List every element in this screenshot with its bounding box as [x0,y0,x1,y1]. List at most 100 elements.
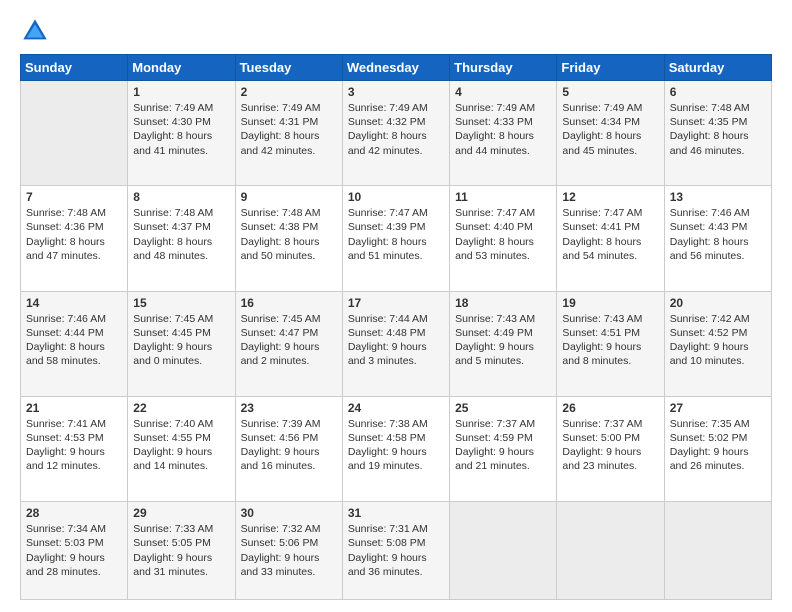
day-number: 22 [133,401,229,415]
cell-line: Sunset: 4:32 PM [348,115,444,129]
calendar-cell: 22Sunrise: 7:40 AMSunset: 4:55 PMDayligh… [128,396,235,501]
cell-line: Daylight: 8 hours [241,129,337,143]
cell-line: Sunrise: 7:37 AM [562,417,658,431]
cell-line: Daylight: 8 hours [26,340,122,354]
cell-line: Sunset: 4:56 PM [241,431,337,445]
cell-line: Daylight: 8 hours [455,235,551,249]
calendar-cell: 5 Sunrise: 7:49 AMSunset: 4:34 PMDaylight… [557,81,664,186]
cell-line: Daylight: 8 hours [348,129,444,143]
cell-line: and 50 minutes. [241,249,337,263]
cell-line: Sunset: 4:55 PM [133,431,229,445]
cell-line: Daylight: 8 hours [670,129,766,143]
weekday-header-thursday: Thursday [450,55,557,81]
day-number: 24 [348,401,444,415]
cell-line: Daylight: 9 hours [455,340,551,354]
day-number: 31 [348,506,444,520]
cell-line: and 8 minutes. [562,354,658,368]
cell-line: Sunrise: 7:42 AM [670,312,766,326]
calendar-cell: 29Sunrise: 7:33 AMSunset: 5:05 PMDayligh… [128,502,235,600]
day-number: 21 [26,401,122,415]
cell-line: and 58 minutes. [26,354,122,368]
cell-line: Sunset: 4:35 PM [670,115,766,129]
cell-line: Sunrise: 7:34 AM [26,522,122,536]
day-number: 15 [133,296,229,310]
cell-line: and 28 minutes. [26,565,122,579]
calendar-cell: 25Sunrise: 7:37 AMSunset: 4:59 PMDayligh… [450,396,557,501]
cell-line: Daylight: 9 hours [348,445,444,459]
cell-line: Sunset: 4:39 PM [348,220,444,234]
cell-line: and 5 minutes. [455,354,551,368]
calendar-cell: 1Sunrise: 7:49 AMSunset: 4:30 PMDaylight… [128,81,235,186]
weekday-header-tuesday: Tuesday [235,55,342,81]
cell-line: Daylight: 8 hours [241,235,337,249]
cell-line: Sunrise: 7:32 AM [241,522,337,536]
cell-line: Sunrise: 7:43 AM [562,312,658,326]
day-number: 30 [241,506,337,520]
day-number: 28 [26,506,122,520]
calendar-cell: 7Sunrise: 7:48 AMSunset: 4:36 PMDaylight… [21,186,128,291]
cell-line: Sunrise: 7:49 AM [348,101,444,115]
cell-line: Daylight: 8 hours [562,129,658,143]
cell-line: Daylight: 8 hours [133,129,229,143]
cell-line: and 23 minutes. [562,459,658,473]
cell-line: Daylight: 8 hours [348,235,444,249]
day-number: 7 [26,190,122,204]
cell-line: Daylight: 9 hours [562,445,658,459]
cell-line: Daylight: 9 hours [670,445,766,459]
cell-line: Sunrise: 7:43 AM [455,312,551,326]
calendar-cell [557,502,664,600]
logo-icon [20,16,50,46]
cell-line: and 45 minutes. [562,144,658,158]
day-number: 5 [562,85,658,99]
calendar-cell: 28Sunrise: 7:34 AMSunset: 5:03 PMDayligh… [21,502,128,600]
cell-line: Daylight: 9 hours [26,445,122,459]
cell-line: and 53 minutes. [455,249,551,263]
calendar-cell: 16Sunrise: 7:45 AMSunset: 4:47 PMDayligh… [235,291,342,396]
cell-line: Daylight: 9 hours [455,445,551,459]
calendar-cell [664,502,771,600]
cell-line: Sunset: 5:03 PM [26,536,122,550]
calendar-cell: 18Sunrise: 7:43 AMSunset: 4:49 PMDayligh… [450,291,557,396]
cell-line: Daylight: 9 hours [133,445,229,459]
cell-line: Sunrise: 7:33 AM [133,522,229,536]
calendar-cell: 3Sunrise: 7:49 AMSunset: 4:32 PMDaylight… [342,81,449,186]
cell-line: Sunset: 4:49 PM [455,326,551,340]
cell-line: Daylight: 8 hours [133,235,229,249]
cell-line: Sunrise: 7:35 AM [670,417,766,431]
cell-line: Sunset: 4:53 PM [26,431,122,445]
day-number: 16 [241,296,337,310]
cell-line: and 44 minutes. [455,144,551,158]
cell-line: Sunrise: 7:49 AM [562,101,658,115]
weekday-header-sunday: Sunday [21,55,128,81]
day-number: 25 [455,401,551,415]
cell-line: Sunrise: 7:31 AM [348,522,444,536]
cell-line: Sunset: 4:47 PM [241,326,337,340]
calendar-cell: 20Sunrise: 7:42 AMSunset: 4:52 PMDayligh… [664,291,771,396]
weekday-header-wednesday: Wednesday [342,55,449,81]
calendar-cell: 13Sunrise: 7:46 AMSunset: 4:43 PMDayligh… [664,186,771,291]
day-number: 10 [348,190,444,204]
cell-line: Sunset: 4:58 PM [348,431,444,445]
cell-line: Sunrise: 7:39 AM [241,417,337,431]
cell-line: and 19 minutes. [348,459,444,473]
cell-line: and 47 minutes. [26,249,122,263]
day-number: 20 [670,296,766,310]
calendar-cell: 15Sunrise: 7:45 AMSunset: 4:45 PMDayligh… [128,291,235,396]
cell-line: Sunset: 4:33 PM [455,115,551,129]
day-number: 1 [133,85,229,99]
cell-line: Sunset: 4:34 PM [562,115,658,129]
calendar-cell: 19Sunrise: 7:43 AMSunset: 4:51 PMDayligh… [557,291,664,396]
cell-line: Sunset: 5:05 PM [133,536,229,550]
cell-line: and 21 minutes. [455,459,551,473]
calendar-cell: 8Sunrise: 7:48 AMSunset: 4:37 PMDaylight… [128,186,235,291]
calendar-cell: 14Sunrise: 7:46 AMSunset: 4:44 PMDayligh… [21,291,128,396]
calendar-cell: 26Sunrise: 7:37 AMSunset: 5:00 PMDayligh… [557,396,664,501]
cell-line: Daylight: 8 hours [562,235,658,249]
cell-line: Daylight: 9 hours [133,551,229,565]
cell-line: Sunrise: 7:48 AM [670,101,766,115]
cell-line: Daylight: 9 hours [670,340,766,354]
day-number: 23 [241,401,337,415]
cell-line: Sunset: 4:40 PM [455,220,551,234]
cell-line: and 3 minutes. [348,354,444,368]
cell-line: Sunrise: 7:49 AM [241,101,337,115]
